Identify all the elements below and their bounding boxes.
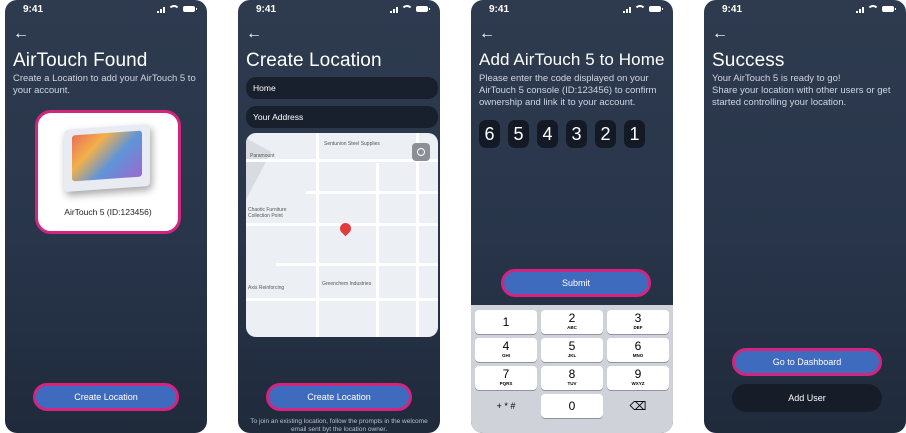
status-bar: 9:41	[17, 4, 197, 18]
battery-icon	[416, 6, 430, 12]
status-time: 9:41	[489, 4, 510, 15]
map-label-industries: Greenchem Industries	[322, 281, 372, 287]
code-digit[interactable]: 1	[624, 120, 645, 148]
location-name-field[interactable]: Home	[246, 77, 438, 99]
code-input[interactable]: 6 5 4 3 2 1	[479, 120, 645, 148]
wifi-icon	[168, 5, 180, 13]
wifi-icon	[401, 5, 413, 13]
battery-icon	[183, 6, 197, 12]
code-digit[interactable]: 6	[479, 120, 500, 148]
battery-icon	[882, 6, 896, 12]
key-2[interactable]: 2 ABC	[541, 310, 603, 334]
map-label-place: Paramount	[250, 153, 275, 159]
key-1[interactable]: 1	[475, 310, 537, 334]
key-4[interactable]: 4 GHI	[475, 338, 537, 362]
code-digit[interactable]: 3	[566, 120, 587, 148]
status-time: 9:41	[722, 4, 743, 15]
screen-create-location: 9:41 ← Create Location Home Your Address…	[238, 0, 440, 433]
locate-me-button[interactable]	[412, 143, 430, 161]
screen-airtouch-found: 9:41 ← AirTouch Found Create a Location …	[5, 0, 207, 433]
map-label-supplies: Sentunion Steel Supplies	[324, 141, 380, 147]
wifi-icon	[634, 5, 646, 13]
status-time: 9:41	[256, 4, 277, 15]
back-arrow-icon[interactable]: ←	[246, 26, 262, 42]
screen-success: 9:41 ← Success Your AirTouch 5 is ready …	[704, 0, 906, 433]
page-title: Add AirTouch 5 to Home	[479, 50, 665, 69]
status-bar: 9:41	[716, 4, 896, 18]
page-title: Success	[712, 50, 785, 71]
key-0[interactable]: 0	[541, 394, 603, 418]
page-description: Create a Location to add your AirTouch 5…	[13, 73, 196, 96]
code-digit[interactable]: 5	[508, 120, 529, 148]
device-label: AirTouch 5 (ID:123456)	[64, 207, 152, 217]
code-digit[interactable]: 4	[537, 120, 558, 148]
key-6[interactable]: 6 MNO	[607, 338, 669, 362]
address-field[interactable]: Your Address	[246, 106, 438, 128]
add-user-button[interactable]: Add User	[732, 384, 882, 412]
airtouch-device-image	[64, 123, 150, 193]
screen-add-airtouch: 9:41 ← Add AirTouch 5 to Home Please ent…	[471, 0, 673, 433]
create-location-button[interactable]: Create Location	[33, 383, 179, 411]
code-digit[interactable]: 2	[595, 120, 616, 148]
numeric-keypad: 1 2 ABC 3 DEF 4 GHI 5 JKL 6 MNO 7 PQRS 8 TUV 9W…	[471, 305, 673, 433]
key-7[interactable]: 7 PQRS	[475, 366, 537, 390]
key-3[interactable]: 3 DEF	[607, 310, 669, 334]
page-title: Create Location	[246, 50, 382, 71]
map-label-reinforcing: Axis Reinforcing	[248, 285, 285, 291]
back-arrow-icon[interactable]: ←	[712, 26, 728, 42]
submit-button[interactable]: Submit	[501, 269, 651, 297]
map-view[interactable]: Sentunion Steel Supplies Paramount Chaot…	[246, 133, 438, 337]
battery-icon	[649, 6, 663, 12]
signal-icon	[157, 6, 165, 13]
signal-icon	[390, 6, 398, 13]
key-8[interactable]: 8 TUV	[541, 366, 603, 390]
back-arrow-icon[interactable]: ←	[13, 26, 29, 42]
key-5[interactable]: 5 JKL	[541, 338, 603, 362]
status-bar: 9:41	[483, 4, 663, 18]
status-bar: 9:41	[250, 4, 430, 18]
signal-icon	[623, 6, 631, 13]
back-arrow-icon[interactable]: ←	[479, 26, 495, 42]
page-title: AirTouch Found	[13, 50, 148, 71]
crosshair-icon	[417, 148, 425, 156]
key-symbols[interactable]: + * #	[475, 394, 537, 418]
status-time: 9:41	[23, 4, 44, 15]
key-9[interactable]: 9 WXYZ	[607, 366, 669, 390]
page-description: Your AirTouch 5 is ready to go! Share yo…	[712, 73, 891, 108]
device-card[interactable]: AirTouch 5 (ID:123456)	[35, 110, 181, 234]
join-existing-note: To join an existing location, follow the…	[250, 418, 428, 433]
backspace-icon[interactable]: ⌫	[607, 394, 669, 418]
map-label-furniture: Chaotic Furniture Collection Point	[248, 207, 287, 219]
page-description: Please enter the code displayed on your …	[479, 73, 657, 108]
wifi-icon	[867, 5, 879, 13]
create-location-button[interactable]: Create Location	[266, 383, 412, 411]
signal-icon	[856, 6, 864, 13]
go-to-dashboard-button[interactable]: Go to Dashboard	[732, 348, 882, 376]
